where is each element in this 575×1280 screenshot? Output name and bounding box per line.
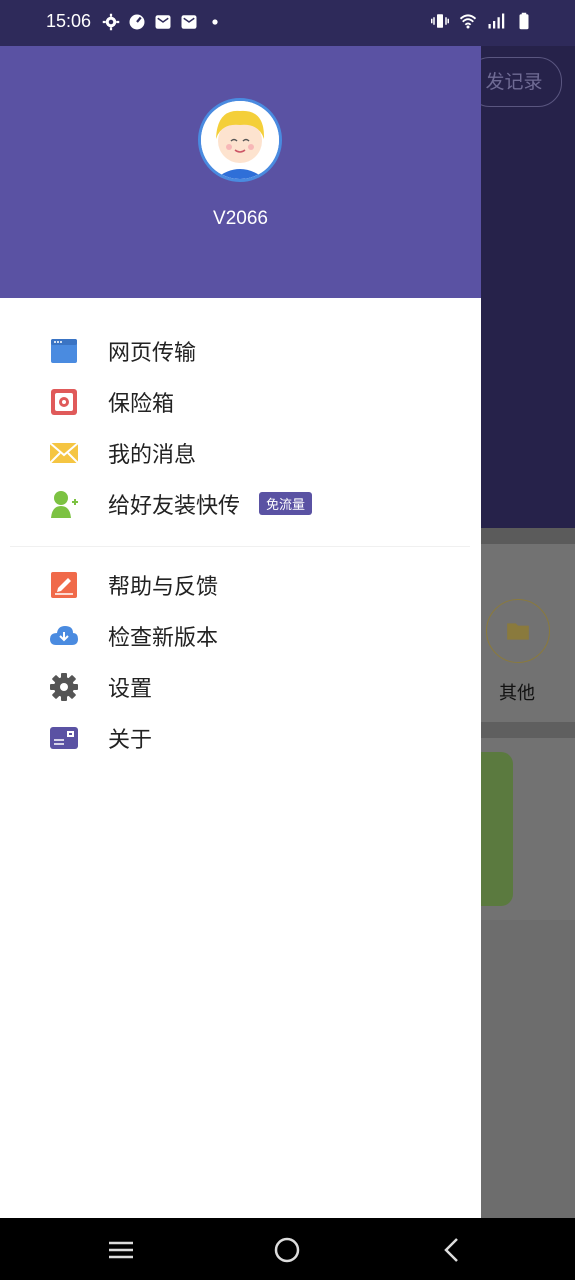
menu-item-label: 设置 bbox=[108, 676, 153, 702]
menu-item-label: 保险箱 bbox=[108, 391, 175, 417]
other-category-label: 其他 bbox=[499, 683, 535, 704]
pencil-icon bbox=[51, 571, 77, 598]
mail-icon bbox=[155, 15, 171, 29]
menu-divider bbox=[10, 546, 470, 547]
other-category-button[interactable] bbox=[486, 599, 550, 663]
add-friend-icon bbox=[51, 490, 78, 518]
username: V2066 bbox=[213, 208, 268, 229]
dot-icon bbox=[212, 19, 218, 25]
signal-icon bbox=[488, 13, 505, 29]
battery-icon bbox=[519, 12, 529, 30]
menu-item-check-update[interactable]: 检查新版本 bbox=[0, 610, 481, 661]
background-divider bbox=[481, 528, 575, 544]
avatar[interactable] bbox=[198, 98, 282, 182]
safe-icon bbox=[51, 388, 77, 415]
menu-item-label: 关于 bbox=[108, 727, 153, 753]
menu-item-invite-friend[interactable]: 给好友装快传 免流量 bbox=[0, 478, 481, 529]
folder-icon bbox=[507, 623, 529, 640]
menu-item-label: 网页传输 bbox=[108, 340, 197, 366]
menu-item-help-feedback[interactable]: 帮助与反馈 bbox=[0, 559, 481, 610]
menu-icon[interactable] bbox=[105, 1234, 137, 1266]
gear-icon bbox=[102, 13, 120, 31]
navigation-drawer: V2066 网页传输 保险箱 我的消息 给好友装快传 免流量 帮助与反馈 检查新… bbox=[0, 46, 481, 1218]
browser-window-icon bbox=[51, 338, 77, 363]
menu-item-settings[interactable]: 设置 bbox=[0, 661, 481, 712]
system-nav-bar bbox=[0, 1218, 575, 1280]
menu-item-label: 帮助与反馈 bbox=[108, 574, 219, 600]
menu-item-web-transfer[interactable]: 网页传输 bbox=[0, 325, 481, 376]
back-icon[interactable] bbox=[437, 1234, 469, 1266]
menu-item-safe[interactable]: 保险箱 bbox=[0, 376, 481, 427]
vibrate-icon bbox=[431, 14, 449, 28]
background-app-header bbox=[481, 46, 575, 528]
menu-item-label: 我的消息 bbox=[108, 442, 197, 468]
home-circle-icon[interactable] bbox=[271, 1234, 303, 1266]
menu-item-about[interactable]: 关于 bbox=[0, 712, 481, 763]
status-time: 15:06 bbox=[46, 11, 92, 31]
background-gap bbox=[481, 722, 575, 738]
menu-item-label: 检查新版本 bbox=[108, 625, 219, 651]
speedometer-icon bbox=[129, 14, 145, 30]
drawer-header: V2066 bbox=[0, 46, 481, 298]
id-card-icon bbox=[50, 726, 78, 749]
avatar-face-icon bbox=[201, 101, 279, 179]
gear-icon bbox=[50, 672, 78, 701]
status-bar: 15:06 bbox=[0, 0, 575, 46]
background-banner bbox=[481, 752, 513, 906]
menu-item-label: 给好友装快传 bbox=[108, 493, 241, 519]
menu-item-messages[interactable]: 我的消息 bbox=[0, 427, 481, 478]
mail-icon bbox=[181, 15, 197, 29]
wifi-icon bbox=[459, 14, 477, 29]
free-data-badge: 免流量 bbox=[259, 492, 313, 515]
envelope-icon bbox=[49, 441, 79, 464]
cloud-download-icon bbox=[50, 625, 78, 645]
